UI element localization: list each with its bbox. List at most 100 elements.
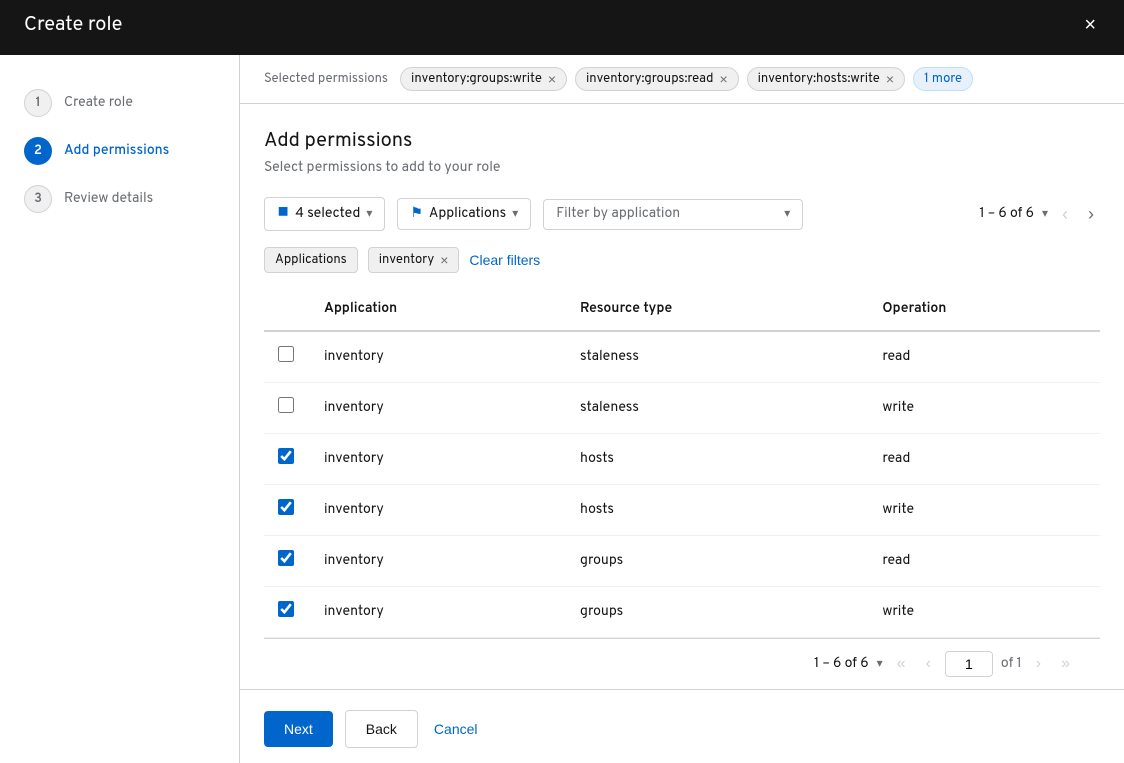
step-1-label: Create role	[64, 95, 133, 112]
section-title: Add permissions	[264, 128, 1100, 154]
row-2-application: inventory	[308, 383, 564, 434]
close-button[interactable]: ×	[1080, 11, 1100, 39]
toolbar-pagination: 1 – 6 of 6 ▾ ‹ ›	[979, 200, 1100, 229]
step-2-label: Add permissions	[64, 143, 169, 160]
modal-overlay: Create role × 1 Create role 2 Add permis…	[0, 0, 1124, 763]
bottom-pagination-chevron-icon: ▾	[877, 656, 883, 672]
toolbar: ■ 4 selected ▾ ⚑ Applications ▾ Filter b…	[264, 197, 1100, 231]
page-number-input[interactable]	[945, 651, 993, 677]
row-2-operation: write	[866, 383, 1100, 434]
of-label: of 1	[1001, 656, 1022, 673]
table-row: inventoryhostsread	[264, 434, 1100, 485]
row-2-resource-type: staleness	[564, 383, 866, 434]
th-operation: Operation	[866, 289, 1100, 331]
row-5-checkbox[interactable]	[278, 550, 294, 566]
applications-filter-button[interactable]: ⚑ Applications ▾	[397, 198, 531, 230]
table-row: inventoryhostswrite	[264, 485, 1100, 536]
modal-title: Create role	[24, 12, 122, 38]
filter-chip-inventory-text: inventory	[379, 252, 434, 268]
row-1-resource-type: staleness	[564, 331, 866, 383]
prev-bottom-button[interactable]: ‹	[920, 651, 937, 677]
row-5-resource-type: groups	[564, 536, 866, 587]
row-3-application: inventory	[308, 434, 564, 485]
row-5-checkbox-cell	[264, 536, 308, 587]
step-2-number: 2	[24, 137, 52, 165]
next-bottom-button[interactable]: ›	[1030, 651, 1047, 677]
sidebar-item-add-permissions[interactable]: 2 Add permissions	[0, 127, 239, 175]
filter-chip-applications-text: Applications	[275, 252, 347, 268]
active-filters: Applications inventory × Clear filters	[264, 247, 1100, 273]
permissions-table: Application Resource type Operation inve…	[264, 289, 1100, 638]
table-row: inventorygroupswrite	[264, 587, 1100, 638]
sidebar: 1 Create role 2 Add permissions 3 Review…	[0, 55, 240, 763]
filter-chevron-icon: ▾	[784, 206, 790, 222]
row-4-application: inventory	[308, 485, 564, 536]
row-3-checkbox-cell	[264, 434, 308, 485]
next-button[interactable]: Next	[264, 711, 333, 747]
clear-filters-button[interactable]: Clear filters	[469, 252, 540, 268]
row-4-resource-type: hosts	[564, 485, 866, 536]
cancel-button[interactable]: Cancel	[430, 711, 482, 747]
pagination-chevron-icon: ▾	[1042, 206, 1048, 222]
perm-tag-3-remove[interactable]: ×	[886, 72, 894, 86]
filter-icon: ⚑	[410, 205, 423, 223]
modal-body: 1 Create role 2 Add permissions 3 Review…	[0, 55, 1124, 763]
prev-page-button[interactable]: ‹	[1056, 200, 1074, 229]
filter-chip-inventory: inventory ×	[368, 247, 460, 273]
perm-tag-3: inventory:hosts:write ×	[747, 67, 905, 91]
selected-dropdown[interactable]: ■ 4 selected ▾	[264, 197, 385, 231]
row-3-checkbox[interactable]	[278, 448, 294, 464]
last-page-button[interactable]: »	[1055, 651, 1076, 677]
main-area: Add permissions Select permissions to ad…	[240, 104, 1124, 689]
permissions-table-container: Application Resource type Operation inve…	[264, 289, 1100, 638]
filter-chip-applications: Applications	[264, 247, 358, 273]
more-tag[interactable]: 1 more	[913, 67, 973, 91]
row-1-checkbox[interactable]	[278, 346, 294, 362]
perm-tag-1-remove[interactable]: ×	[548, 72, 556, 86]
pagination-range: 1 – 6 of 6	[979, 206, 1034, 223]
row-2-checkbox[interactable]	[278, 397, 294, 413]
filter-chip-inventory-remove[interactable]: ×	[440, 252, 448, 268]
row-2-checkbox-cell	[264, 383, 308, 434]
row-6-checkbox-cell	[264, 587, 308, 638]
permissions-bar-label: Selected permissions	[264, 71, 388, 87]
row-6-checkbox[interactable]	[278, 601, 294, 617]
th-application: Application	[308, 289, 564, 331]
content-area: Selected permissions inventory:groups:wr…	[240, 55, 1124, 763]
selected-count: 4 selected	[295, 206, 360, 223]
filter-by-application-input[interactable]: Filter by application ▾	[543, 199, 803, 230]
row-4-checkbox-cell	[264, 485, 308, 536]
row-4-checkbox[interactable]	[278, 499, 294, 515]
bottom-pagination: 1 – 6 of 6 ▾ « ‹ of 1 › »	[264, 638, 1100, 689]
check-icon: ■	[277, 204, 289, 224]
row-5-operation: read	[866, 536, 1100, 587]
table-header-row: Application Resource type Operation	[264, 289, 1100, 331]
next-page-button[interactable]: ›	[1082, 200, 1100, 229]
row-3-operation: read	[866, 434, 1100, 485]
perm-tag-1-text: inventory:groups:write	[411, 71, 542, 87]
first-page-button[interactable]: «	[891, 651, 912, 677]
th-resource-type: Resource type	[564, 289, 866, 331]
perm-tag-2-remove[interactable]: ×	[719, 72, 727, 86]
table-row: inventorygroupsread	[264, 536, 1100, 587]
create-role-modal: Create role × 1 Create role 2 Add permis…	[0, 0, 1124, 763]
perm-tag-2-text: inventory:groups:read	[586, 71, 713, 87]
sidebar-item-review-details[interactable]: 3 Review details	[0, 175, 239, 223]
perm-tag-2: inventory:groups:read ×	[575, 67, 739, 91]
perm-tag-3-text: inventory:hosts:write	[758, 71, 880, 87]
section-description: Select permissions to add to your role	[264, 160, 1100, 177]
modal-header: Create role ×	[0, 0, 1124, 55]
back-button[interactable]: Back	[345, 710, 418, 748]
row-3-resource-type: hosts	[564, 434, 866, 485]
footer: Next Back Cancel	[240, 689, 1124, 763]
perm-tag-1: inventory:groups:write ×	[400, 67, 567, 91]
row-1-checkbox-cell	[264, 331, 308, 383]
sidebar-item-create-role[interactable]: 1 Create role	[0, 79, 239, 127]
permissions-bar: Selected permissions inventory:groups:wr…	[240, 55, 1124, 104]
bottom-page-range: 1 – 6 of 6	[814, 656, 869, 673]
row-6-resource-type: groups	[564, 587, 866, 638]
filter-placeholder-text: Filter by application	[556, 206, 680, 223]
applications-chevron-icon: ▾	[512, 206, 518, 222]
th-checkbox	[264, 289, 308, 331]
row-4-operation: write	[866, 485, 1100, 536]
